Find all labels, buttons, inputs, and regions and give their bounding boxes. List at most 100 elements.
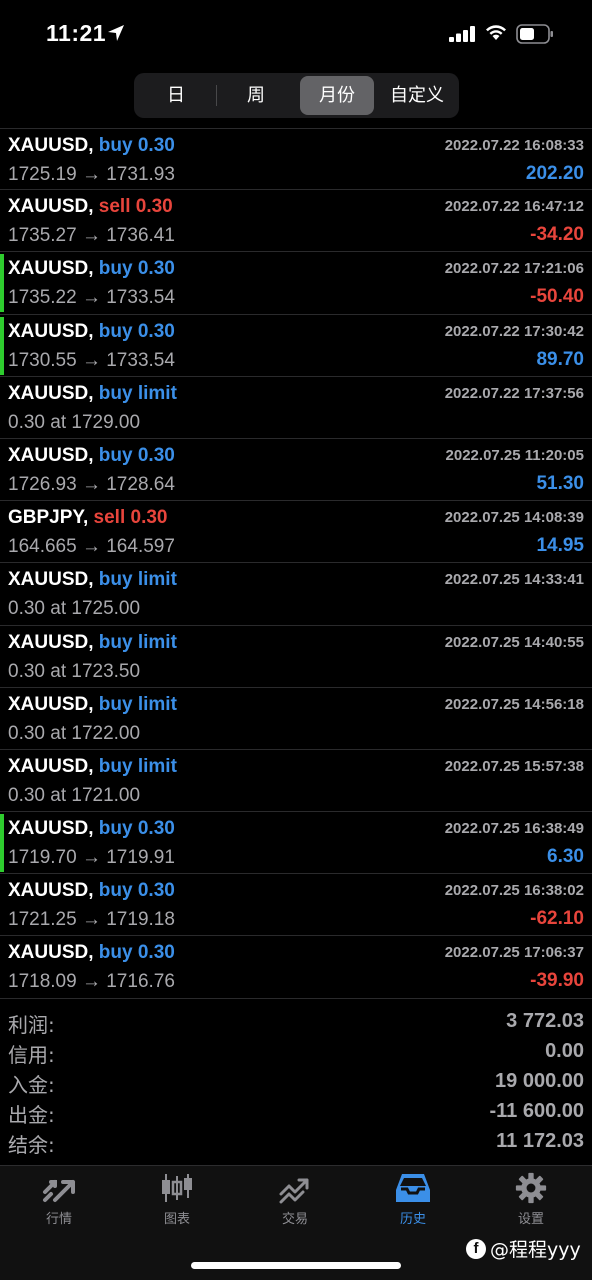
trade-prices: 164.665 → 164.597 — [8, 536, 175, 558]
trade-type: buy 0.30 — [98, 320, 175, 342]
summary-row: 结余: 11 172.03 — [0, 1128, 592, 1158]
trade-row[interactable]: XAUUSD, buy limit 2022.07.25 14:33:41 0.30… — [0, 563, 592, 626]
trade-type: buy 0.30 — [98, 444, 175, 466]
tab-settings[interactable]: 设置 — [472, 1172, 590, 1227]
chart-icon — [162, 1174, 192, 1202]
trade-row[interactable]: XAUUSD, buy 0.30 2022.07.22 16:08:33 1725.… — [0, 128, 592, 191]
trade-title: XAUUSD, buy limit — [8, 694, 177, 716]
trade-date: 2022.07.25 14:33:41 — [444, 571, 584, 589]
summary-row: 利润: 3 772.03 — [0, 1008, 592, 1038]
trade-type: sell 0.30 — [98, 196, 173, 218]
gear-icon — [515, 1172, 547, 1204]
trade-symbol: XAUUSD, — [8, 258, 94, 280]
trade-profit: 14.95 — [536, 535, 584, 557]
trade-date: 2022.07.25 16:38:02 — [444, 882, 584, 900]
trade-date: 2022.07.25 14:56:18 — [444, 695, 584, 713]
trade-title: XAUUSD, buy 0.30 — [8, 321, 175, 343]
quotes-icon — [43, 1180, 75, 1202]
trade-title: GBPJPY, sell 0.30 — [8, 507, 168, 529]
tab-trade[interactable]: 交易 — [236, 1172, 354, 1227]
status-bar: 11:21 — [0, 0, 592, 70]
trade-symbol: XAUUSD, — [8, 755, 94, 777]
trade-row[interactable]: XAUUSD, buy limit 2022.07.22 17:37:56 0.30… — [0, 377, 592, 439]
trade-row[interactable]: XAUUSD, buy limit 2022.07.25 14:40:55 0.30… — [0, 626, 592, 688]
tab-label: 图表 — [163, 1212, 190, 1227]
trade-date: 2022.07.22 17:30:42 — [444, 322, 584, 340]
trade-symbol: XAUUSD, — [8, 818, 94, 840]
summary-value: -11 600.00 — [489, 1100, 584, 1122]
tab-chart[interactable]: 图表 — [118, 1172, 236, 1227]
trade-title: XAUUSD, buy limit — [8, 569, 177, 591]
trade-date: 2022.07.25 17:06:37 — [444, 944, 584, 962]
summary-row: 出金: -11 600.00 — [0, 1098, 592, 1128]
trade-prices: 0.30 at 1721.00 — [8, 784, 141, 806]
trade-prices: 1725.19 → 1731.93 — [8, 164, 175, 185]
trade-title: XAUUSD, buy limit — [8, 756, 177, 778]
trade-symbol: XAUUSD, — [8, 569, 94, 591]
trade-prices: 1730.55 → 1733.54 — [8, 349, 175, 371]
segment-divider — [216, 85, 217, 106]
home-indicator[interactable] — [191, 1262, 401, 1269]
trade-title: XAUUSD, buy 0.30 — [8, 135, 175, 157]
trade-symbol: XAUUSD, — [8, 693, 94, 715]
summary-value: 3 772.03 — [506, 1010, 584, 1032]
trade-profit: -50.40 — [530, 286, 584, 308]
trade-row[interactable]: XAUUSD, buy 0.30 2022.07.22 17:21:06 1735.… — [0, 252, 592, 315]
facebook-icon: f — [466, 1238, 486, 1259]
trade-symbol: XAUUSD, — [8, 382, 94, 404]
summary-label: 结余: — [8, 1133, 55, 1157]
summary-label: 利润: — [8, 1013, 55, 1037]
trade-row[interactable]: XAUUSD, buy 0.30 2022.07.25 17:06:37 1718.… — [0, 936, 592, 999]
trade-row[interactable]: XAUUSD, buy limit 2022.07.25 15:57:38 0.30… — [0, 750, 592, 813]
trade-type: buy 0.30 — [98, 942, 175, 964]
tab-day[interactable]: 日 — [138, 76, 214, 115]
status-time: 11:21 — [46, 20, 107, 46]
trade-symbol: XAUUSD, — [8, 196, 94, 218]
trade-title: XAUUSD, buy 0.30 — [8, 880, 175, 902]
trade-profit: 89.70 — [536, 348, 584, 370]
trade-symbol: XAUUSD, — [8, 942, 94, 964]
tab-month[interactable]: 月份 — [300, 76, 374, 115]
trade-row[interactable]: GBPJPY, sell 0.30 2022.07.25 14:08:39 164.… — [0, 501, 592, 564]
tab-history[interactable]: 历史 — [354, 1172, 472, 1227]
trade-type: buy limit — [98, 755, 177, 777]
trade-prices: 1735.22 → 1733.54 — [8, 287, 175, 309]
trade-type: buy 0.30 — [98, 135, 175, 156]
trade-row[interactable]: XAUUSD, buy 0.30 2022.07.25 11:20:05 1726.… — [0, 439, 592, 502]
trade-prices: 0.30 at 1729.00 — [8, 411, 141, 433]
trade-symbol: XAUUSD, — [8, 135, 94, 156]
summary-row: 入金: 19 000.00 — [0, 1068, 592, 1098]
trade-date: 2022.07.25 11:20:05 — [445, 446, 584, 464]
summary-value: 0.00 — [545, 1040, 584, 1062]
trade-row[interactable]: XAUUSD, buy 0.30 2022.07.25 16:38:02 1721.… — [0, 874, 592, 937]
trade-symbol: XAUUSD, — [8, 880, 94, 902]
trade-type: buy 0.30 — [98, 258, 175, 280]
tab-custom[interactable]: 自定义 — [378, 76, 456, 115]
trade-profit: -34.20 — [530, 224, 584, 246]
trade-date: 2022.07.22 16:08:33 — [444, 137, 584, 154]
trade-date: 2022.07.22 16:47:12 — [444, 198, 584, 216]
trade-row[interactable]: XAUUSD, buy 0.30 2022.07.25 16:38:49 1719.… — [0, 812, 592, 875]
trade-date: 2022.07.25 16:38:49 — [444, 820, 584, 838]
watermark: f @程程yyy — [466, 1235, 581, 1262]
summary-row: 信用: 0.00 — [0, 1038, 592, 1068]
trade-symbol: GBPJPY, — [8, 507, 89, 529]
trade-type: sell 0.30 — [93, 507, 168, 529]
trade-type: buy limit — [98, 693, 177, 715]
trade-type: buy 0.30 — [98, 880, 175, 902]
trade-prices: 1735.27 → 1736.41 — [8, 225, 175, 247]
tab-quotes[interactable]: 行情 — [0, 1172, 118, 1227]
trade-row[interactable]: XAUUSD, sell 0.30 2022.07.22 16:47:12 1735… — [0, 190, 592, 253]
tab-week[interactable]: 周 — [218, 76, 294, 115]
trade-row[interactable]: XAUUSD, buy 0.30 2022.07.22 17:30:42 1730.… — [0, 315, 592, 377]
trade-profit: 6.30 — [547, 846, 584, 868]
watermark-text: @程程yyy — [490, 1239, 581, 1261]
trade-title: XAUUSD, buy limit — [8, 383, 177, 405]
trade-date: 2022.07.25 15:57:38 — [444, 757, 584, 775]
trade-title: XAUUSD, buy 0.30 — [8, 258, 175, 280]
trade-row[interactable]: XAUUSD, buy limit 2022.07.25 14:56:18 0.30… — [0, 688, 592, 750]
period-segmented-control: 日 周 月份 自定义 — [134, 73, 459, 118]
trade-symbol: XAUUSD, — [8, 320, 94, 342]
trade-prices: 1719.70 → 1719.91 — [8, 847, 175, 869]
trade-profit: 51.30 — [536, 472, 584, 494]
